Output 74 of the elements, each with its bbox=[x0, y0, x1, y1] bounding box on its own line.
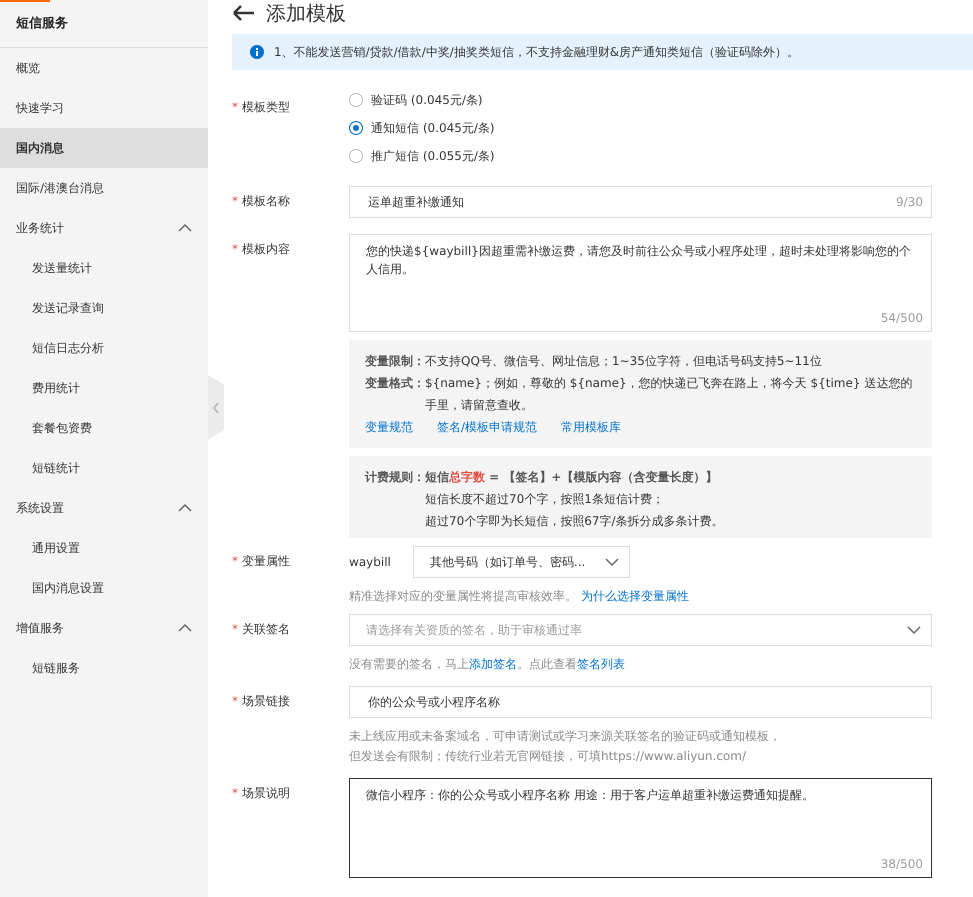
sidebar-group[interactable]: 系统设置 bbox=[0, 488, 208, 528]
required-mark: * bbox=[232, 785, 238, 802]
page-title: 添加模板 bbox=[266, 0, 346, 27]
required-mark: * bbox=[232, 241, 238, 258]
rule-text: 不支持QQ号、微信号、网址信息；1~35位字符，但电话号码支持5~11位 bbox=[425, 353, 822, 370]
sidebar-group-label: 系统设置 bbox=[16, 500, 64, 517]
hint-text: 精准选择对应的变量属性将提高审核效率。 bbox=[349, 589, 577, 603]
form-label: 场景链接 bbox=[242, 693, 290, 710]
chevron-down-icon bbox=[907, 625, 921, 635]
chevron-up-icon bbox=[178, 623, 192, 633]
sidebar-title: 短信服务 bbox=[0, 0, 208, 48]
chevron-left-icon bbox=[212, 402, 220, 414]
notice-text: 1、不能发送营销/贷款/借款/中奖/抽奖类短信，不支持金融理财&房产通知类短信（验证码除外）。 bbox=[274, 44, 800, 61]
help-link[interactable]: 添加签名 bbox=[469, 657, 517, 671]
scene-textarea[interactable]: 微信小程序：你的公众号或小程序名称 用途：用于客户运单超重补缴运费通知提醒。 38/500 bbox=[349, 778, 932, 878]
sidebar-group[interactable]: 业务统计 bbox=[0, 208, 208, 248]
scene-link-field[interactable]: 你的公众号或小程序名称 bbox=[349, 686, 932, 718]
sidebar-item[interactable]: 费用统计 bbox=[0, 368, 208, 408]
form-label: 场景说明 bbox=[242, 785, 290, 802]
chevron-down-icon bbox=[604, 557, 619, 567]
info-icon bbox=[250, 45, 264, 59]
hint-text: 未上线应用或未备案域名，可申请测试或学习来源关联签名的验证码或通知模板，但发送会有限制；传统行业若无官网链接，可填https://www.aliyun.com/ bbox=[349, 728, 782, 765]
rule-term: 变量格式： bbox=[365, 375, 425, 392]
required-mark: * bbox=[232, 553, 238, 570]
help-link[interactable]: 签名列表 bbox=[577, 657, 625, 671]
help-link[interactable]: 为什么选择变量属性 bbox=[580, 589, 689, 603]
chevron-up-icon bbox=[178, 223, 192, 233]
form-label: 模板内容 bbox=[242, 241, 290, 258]
char-counter: 38/500 bbox=[880, 856, 923, 873]
help-link[interactable]: 常用模板库 bbox=[561, 416, 622, 438]
char-counter: 54/500 bbox=[880, 310, 923, 327]
required-mark: * bbox=[232, 693, 238, 710]
sidebar-item[interactable]: 套餐包资费 bbox=[0, 408, 208, 448]
sidebar-item[interactable]: 快速学习 bbox=[0, 88, 208, 128]
variable-select[interactable]: 其他号码（如订单号、密码... bbox=[412, 546, 630, 578]
help-link[interactable]: 签名/模板申请规范 bbox=[437, 416, 538, 438]
name-field[interactable]: 运单超重补缴通知 9/30 bbox=[349, 186, 932, 218]
help-link[interactable]: 变量规范 bbox=[365, 416, 413, 438]
required-mark: * bbox=[232, 621, 238, 638]
back-arrow-icon bbox=[232, 4, 256, 22]
required-mark: * bbox=[232, 193, 238, 210]
sidebar-group-label: 业务统计 bbox=[16, 220, 64, 237]
radio-option[interactable]: 推广短信 (0.055元/条) bbox=[349, 142, 932, 170]
required-mark: * bbox=[232, 99, 238, 116]
content-textarea[interactable]: 您的快递${waybill}因超重需补缴运费，请您及时前往公众号或小程序处理，超时未处理将影响您的个人信用。 54/500 bbox=[349, 234, 932, 332]
sidebar-item[interactable]: 短信日志分析 bbox=[0, 328, 208, 368]
sidebar-item[interactable]: 短链服务 bbox=[0, 648, 208, 688]
sidebar-group-label: 增值服务 bbox=[16, 620, 64, 637]
sidebar-item[interactable]: 发送记录查询 bbox=[0, 288, 208, 328]
sidebar-item[interactable]: 通用设置 bbox=[0, 528, 208, 568]
sidebar-item[interactable]: 概览 bbox=[0, 48, 208, 88]
chevron-up-icon bbox=[178, 503, 192, 513]
form-label: 模板类型 bbox=[242, 99, 290, 116]
char-counter: 9/30 bbox=[896, 194, 923, 211]
rule-term: 变量限制： bbox=[365, 353, 425, 370]
radio-option[interactable]: 验证码 (0.045元/条) bbox=[349, 86, 932, 114]
billing-formula: 短信总字数 = 【签名】+【模版内容（含变量长度）】 bbox=[425, 469, 718, 486]
sidebar-item[interactable]: 国际/港澳台消息 bbox=[0, 168, 208, 208]
billing-text: 短信长度不超过70个字，按照1条短信计费； bbox=[425, 491, 665, 508]
sidebar-group[interactable]: 增值服务 bbox=[0, 608, 208, 648]
radio-option[interactable]: 通知短信 (0.045元/条) bbox=[349, 114, 932, 142]
sidebar-item[interactable]: 短链统计 bbox=[0, 448, 208, 488]
form-label: 模板名称 bbox=[242, 193, 290, 210]
rule-term: 计费规则： bbox=[365, 469, 425, 486]
rule-text: ${name}；例如，尊敬的 ${name}，您的快递已飞奔在路上，将今天 ${time} 送达您的手里，请留意查收。 bbox=[425, 375, 914, 414]
sidebar-item[interactable]: 国内消息 bbox=[0, 128, 208, 168]
sidebar-item[interactable]: 国内消息设置 bbox=[0, 568, 208, 608]
hint-text: 没有需要的签名，马上添加签名。点此查看签名列表 bbox=[349, 656, 626, 673]
billing-text: 超过70个字即为长短信，按照67字/条拆分成多条计费。 bbox=[425, 513, 724, 530]
form-label: 关联签名 bbox=[242, 621, 290, 638]
variable-name: waybill bbox=[349, 554, 391, 571]
form-label: 变量属性 bbox=[242, 553, 290, 570]
accent-bar bbox=[0, 0, 50, 2]
sidebar-item[interactable]: 发送量统计 bbox=[0, 248, 208, 288]
